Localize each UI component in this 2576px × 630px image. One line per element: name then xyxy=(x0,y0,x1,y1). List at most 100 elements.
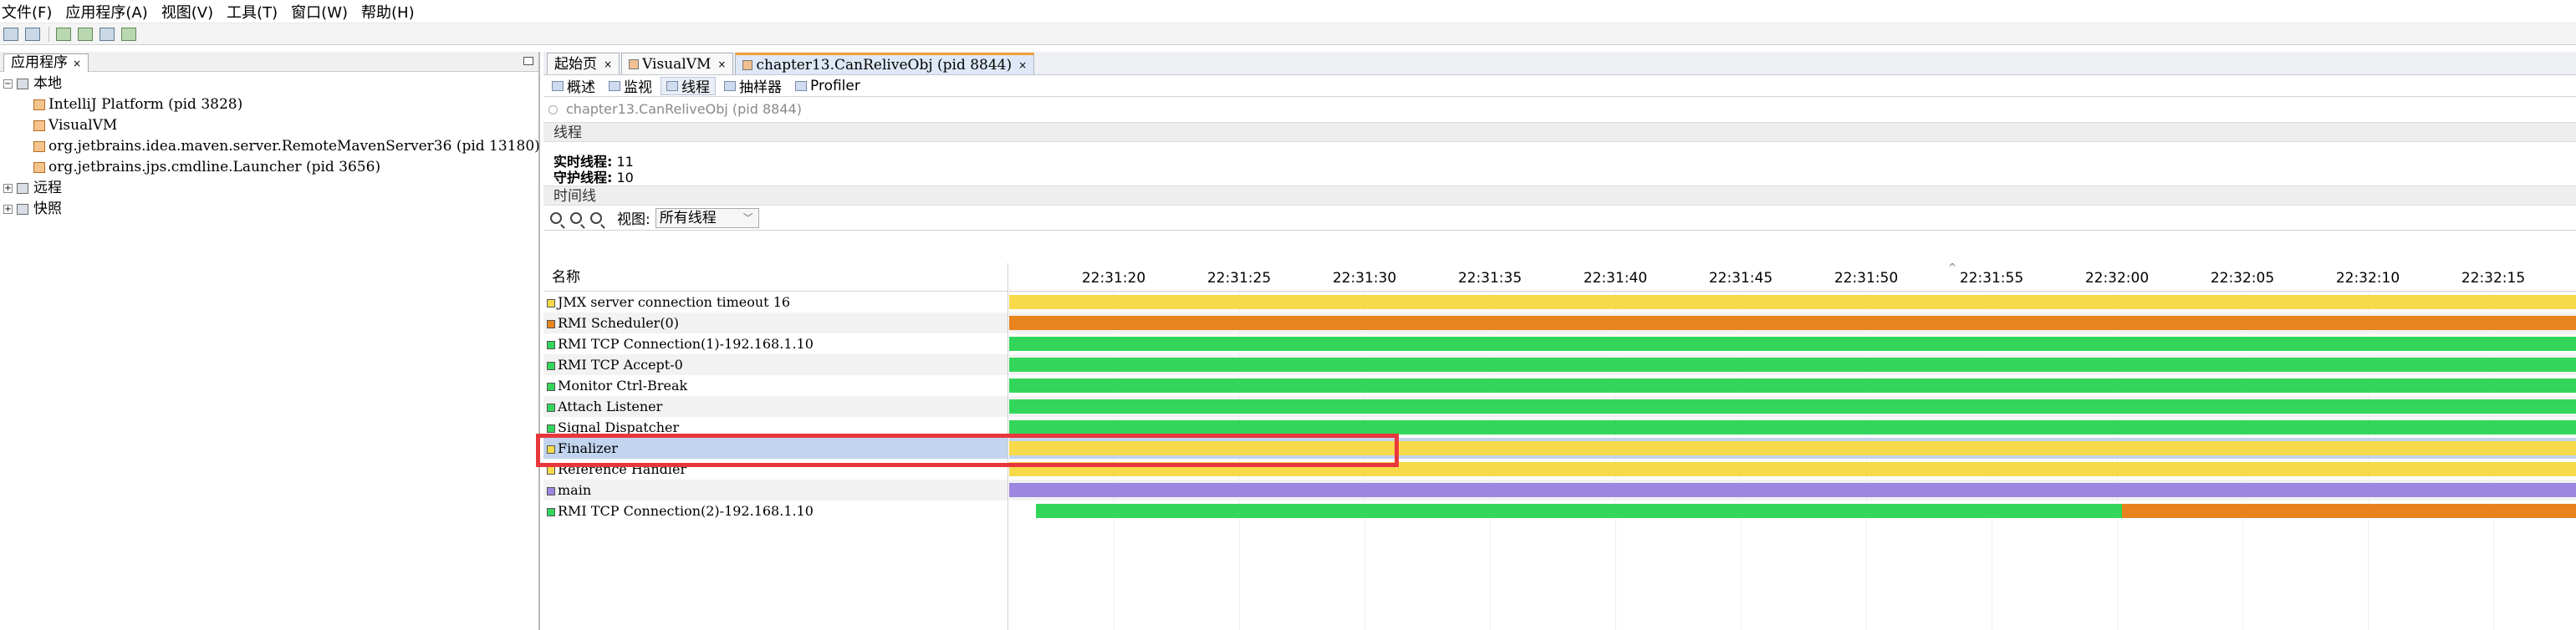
add-jmx-connection-icon[interactable] xyxy=(3,27,18,41)
tree-item[interactable]: VisualVM xyxy=(0,115,538,136)
menu-item-1[interactable]: 应用程序(A) xyxy=(65,1,147,23)
main-toolbar xyxy=(0,23,2576,45)
thread-row[interactable]: RMI Scheduler(0) xyxy=(543,312,1007,333)
thread-state-segment xyxy=(1009,295,2576,309)
thread-state-segment xyxy=(1009,379,2576,393)
tree-item[interactable]: org.jetbrains.idea.maven.server.RemoteMa… xyxy=(0,136,540,157)
timeline-section-header: 时间线 xyxy=(543,185,2576,206)
tree-item-label: VisualVM xyxy=(48,117,118,134)
thread-timeline-row[interactable] xyxy=(1009,312,2576,333)
tree-item[interactable]: IntelliJ Platform (pid 3828) xyxy=(0,94,538,115)
doc-tab-1[interactable]: VisualVM × xyxy=(621,53,734,74)
tree-item-label: 快照 xyxy=(33,201,62,217)
toolbar-separator xyxy=(48,26,49,42)
thread-row[interactable]: Monitor Ctrl-Break xyxy=(543,375,1007,396)
java-process-icon xyxy=(33,162,45,173)
time-tick-label: 22:32:15 xyxy=(2461,270,2526,287)
thread-timeline-row[interactable] xyxy=(1009,375,2576,396)
snapshot-icon[interactable] xyxy=(99,27,115,41)
zoom-in-icon[interactable] xyxy=(550,211,562,224)
time-tick-label: 22:31:35 xyxy=(1457,270,1523,287)
applications-tab-label: 应用程序 xyxy=(11,54,68,71)
time-tick-label: 22:31:20 xyxy=(1081,270,1146,287)
sub-tab-label: Profiler xyxy=(810,77,860,94)
thread-state-icon xyxy=(547,299,555,307)
thread-timeline-row[interactable] xyxy=(1009,354,2576,375)
menu-item-0[interactable]: 文件(F) xyxy=(2,1,52,23)
thread-dump-icon[interactable] xyxy=(78,27,93,41)
tree-item[interactable]: − 本地 xyxy=(0,74,538,94)
time-axis: ^ 22:31:20 22:31:25 22:31:30 22:31:35 22:31:… xyxy=(1009,262,2576,292)
thread-timeline-row[interactable] xyxy=(1009,396,2576,417)
finalizer-highlight-annotation xyxy=(536,434,1399,467)
menu-item-2[interactable]: 视图(V) xyxy=(161,1,213,23)
close-icon[interactable]: × xyxy=(73,58,81,69)
overview-icon xyxy=(552,80,564,91)
compare-snapshots-icon[interactable] xyxy=(121,27,136,41)
thread-state-segment xyxy=(1009,483,2576,497)
daemon-threads-label: 守护线程: xyxy=(553,170,613,185)
thread-stats: 实时线程: 11 守护线程: 10 xyxy=(543,142,2576,185)
time-tick-label: 22:32:05 xyxy=(2210,270,2275,287)
doc-tab-0[interactable]: 起始页 × xyxy=(547,53,620,74)
doc-tab-2[interactable]: chapter13.CanReliveObj (pid 8844) × xyxy=(735,53,1035,75)
thread-state-segment xyxy=(1009,337,2576,351)
heap-dump-icon[interactable] xyxy=(56,27,71,41)
thread-row[interactable]: RMI TCP Accept-0 xyxy=(543,354,1007,375)
tree-item[interactable]: + 快照 xyxy=(0,199,538,220)
tab-threads[interactable]: 线程 xyxy=(661,76,716,96)
chevron-down-icon: ﹀ xyxy=(742,211,753,224)
tab-sampler[interactable]: 抽样器 xyxy=(719,77,787,96)
name-column-header[interactable]: 名称 xyxy=(543,263,1007,292)
thread-state-icon xyxy=(547,508,555,516)
tree-item[interactable]: + 远程 xyxy=(0,178,538,199)
thread-state-icon xyxy=(547,320,555,328)
tab-monitor[interactable]: 监视 xyxy=(604,77,657,96)
expand-toggle-icon[interactable]: + xyxy=(3,184,13,193)
zoom-fit-icon[interactable] xyxy=(590,211,602,224)
add-remote-host-icon[interactable] xyxy=(25,27,40,41)
thread-timeline-row[interactable] xyxy=(1009,480,2576,500)
close-icon[interactable]: × xyxy=(717,54,726,74)
view-select[interactable]: 所有线程 ﹀ xyxy=(655,207,759,228)
tab-overview[interactable]: 概述 xyxy=(547,77,600,96)
applications-tab[interactable]: 应用程序 × xyxy=(3,53,89,72)
thread-state-icon xyxy=(547,424,555,433)
minimize-panel-icon[interactable] xyxy=(523,57,533,65)
close-icon[interactable]: × xyxy=(604,54,612,74)
sampler-icon xyxy=(724,80,736,91)
timeline-marker-icon[interactable]: ^ xyxy=(1948,262,1956,273)
thread-timeline-row[interactable] xyxy=(1009,500,2576,521)
close-icon[interactable]: × xyxy=(1018,55,1027,75)
menu-item-3[interactable]: 工具(T) xyxy=(227,1,278,23)
time-tick-label: 22:31:55 xyxy=(1959,270,2024,287)
tree-item-label: IntelliJ Platform (pid 3828) xyxy=(48,96,243,113)
thread-row[interactable]: main xyxy=(543,480,1007,500)
tab-profiler[interactable]: Profiler xyxy=(790,77,865,95)
applications-tabbar: 应用程序 × xyxy=(0,52,538,72)
remote-host-icon xyxy=(17,183,28,194)
thread-row[interactable]: RMI TCP Connection(1)-192.168.1.10 xyxy=(543,333,1007,354)
tree-item-label: 远程 xyxy=(33,180,62,196)
menu-item-4[interactable]: 窗口(W) xyxy=(291,1,348,23)
menu-bar: 文件(F) 应用程序(A) 视图(V) 工具(T) 窗口(W) 帮助(H) xyxy=(0,0,2576,23)
doc-tab-label: VisualVM xyxy=(642,55,712,73)
menu-item-5[interactable]: 帮助(H) xyxy=(361,1,415,23)
thread-row[interactable]: Attach Listener xyxy=(543,396,1007,417)
thread-row[interactable]: JMX server connection timeout 16 xyxy=(543,292,1007,312)
thread-row[interactable]: RMI TCP Connection(2)-192.168.1.10 xyxy=(543,500,1007,521)
tree-item-label: org.jetbrains.jps.cmdline.Launcher (pid … xyxy=(48,159,381,175)
expand-toggle-icon[interactable]: − xyxy=(3,79,13,89)
threads-icon xyxy=(666,80,678,91)
thread-name: RMI TCP Connection(1)-192.168.1.10 xyxy=(558,336,814,352)
visualvm-icon xyxy=(33,120,45,131)
tree-item[interactable]: org.jetbrains.jps.cmdline.Launcher (pid … xyxy=(0,157,538,178)
expand-toggle-icon[interactable]: + xyxy=(3,205,13,214)
view-select-value: 所有线程 xyxy=(659,209,717,226)
time-tick-label: 22:31:40 xyxy=(1583,270,1648,287)
thread-state-icon xyxy=(547,466,555,475)
thread-state-segment xyxy=(2121,504,2576,518)
zoom-out-icon[interactable] xyxy=(570,211,582,224)
thread-timeline-row[interactable] xyxy=(1009,333,2576,354)
thread-timeline-row[interactable] xyxy=(1009,292,2576,312)
